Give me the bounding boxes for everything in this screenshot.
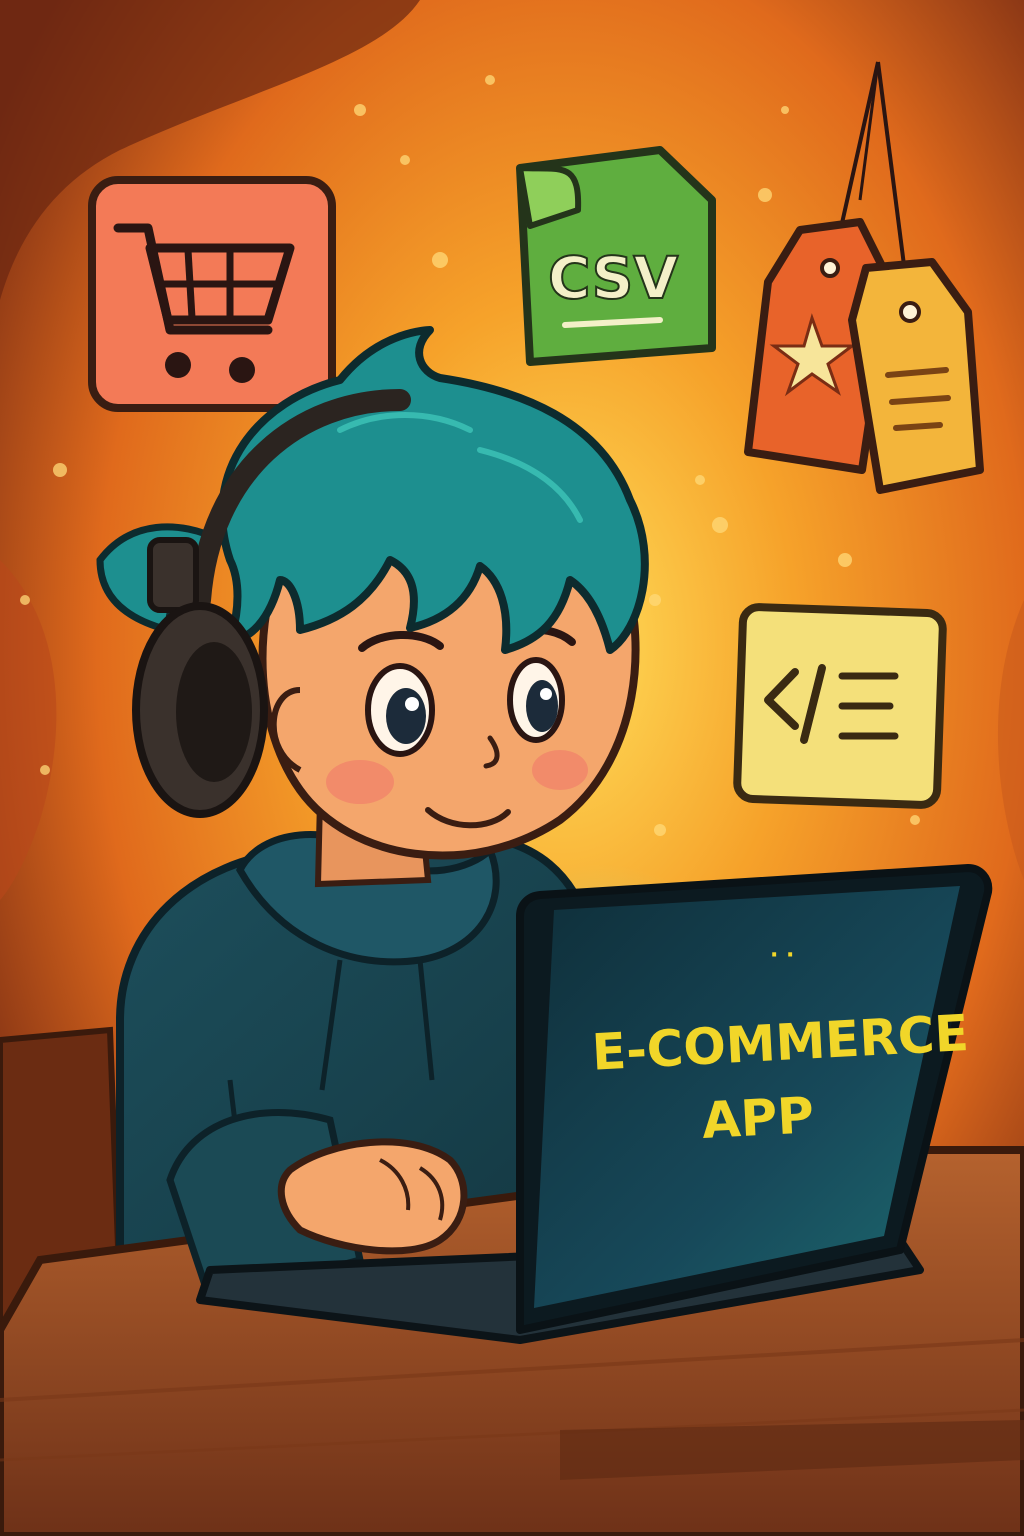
laptop-dots: · · bbox=[770, 943, 794, 968]
illustration-canvas: CSV · · E-COMMERCE APP bbox=[0, 0, 1024, 1536]
csv-label: CSV bbox=[548, 244, 678, 312]
code-window-icon bbox=[733, 603, 947, 809]
hand bbox=[277, 1138, 468, 1255]
laptop-title-line2: APP bbox=[700, 1086, 815, 1150]
illustration-scene: CSV · · E-COMMERCE APP bbox=[0, 0, 1024, 1536]
csv-file-icon: CSV bbox=[516, 146, 716, 366]
shopping-cart-icon bbox=[88, 176, 336, 412]
